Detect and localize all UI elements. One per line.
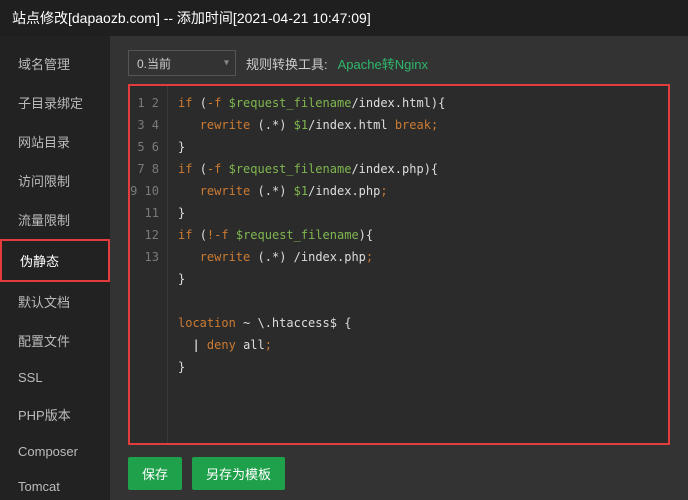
- sidebar-item-phpver[interactable]: PHP版本: [0, 395, 110, 434]
- sidebar-item-sitedir[interactable]: 网站目录: [0, 122, 110, 161]
- sidebar: 域名管理 子目录绑定 网站目录 访问限制 流量限制 伪静态 默认文档 配置文件 …: [0, 36, 110, 500]
- main-panel: 0.当前 ▾ 规则转换工具: Apache转Nginx 1 2 3 4 5 6 …: [110, 36, 688, 500]
- sidebar-item-composer[interactable]: Composer: [0, 434, 110, 469]
- sidebar-item-trafficlimit[interactable]: 流量限制: [0, 200, 110, 239]
- sidebar-item-tomcat[interactable]: Tomcat: [0, 469, 110, 500]
- sidebar-item-domain[interactable]: 域名管理: [0, 44, 110, 83]
- sidebar-item-subdir[interactable]: 子目录绑定: [0, 83, 110, 122]
- window-title: 站点修改[dapaozb.com] -- 添加时间[2021-04-21 10:…: [0, 0, 688, 36]
- save-button[interactable]: 保存: [128, 457, 182, 490]
- converter-link[interactable]: Apache转Nginx: [338, 54, 428, 73]
- toolbar: 0.当前 ▾ 规则转换工具: Apache转Nginx: [128, 50, 670, 76]
- sidebar-item-configfile[interactable]: 配置文件: [0, 321, 110, 360]
- save-as-template-button[interactable]: 另存为模板: [192, 457, 285, 490]
- template-select[interactable]: 0.当前 ▾: [128, 50, 236, 76]
- code-editor[interactable]: 1 2 3 4 5 6 7 8 9 10 11 12 13 if (-f $re…: [128, 84, 670, 445]
- footer-buttons: 保存 另存为模板: [128, 457, 670, 490]
- sidebar-item-accesslimit[interactable]: 访问限制: [0, 161, 110, 200]
- chevron-down-icon: ▾: [224, 58, 229, 69]
- code-content[interactable]: if (-f $request_filename/index.html){ re…: [168, 86, 668, 443]
- line-gutter: 1 2 3 4 5 6 7 8 9 10 11 12 13: [130, 86, 168, 443]
- sidebar-item-rewrite[interactable]: 伪静态: [0, 239, 110, 282]
- sidebar-item-ssl[interactable]: SSL: [0, 360, 110, 395]
- converter-label: 规则转换工具:: [246, 54, 328, 73]
- template-select-value: 0.当前: [137, 57, 171, 71]
- sidebar-item-defaultdoc[interactable]: 默认文档: [0, 282, 110, 321]
